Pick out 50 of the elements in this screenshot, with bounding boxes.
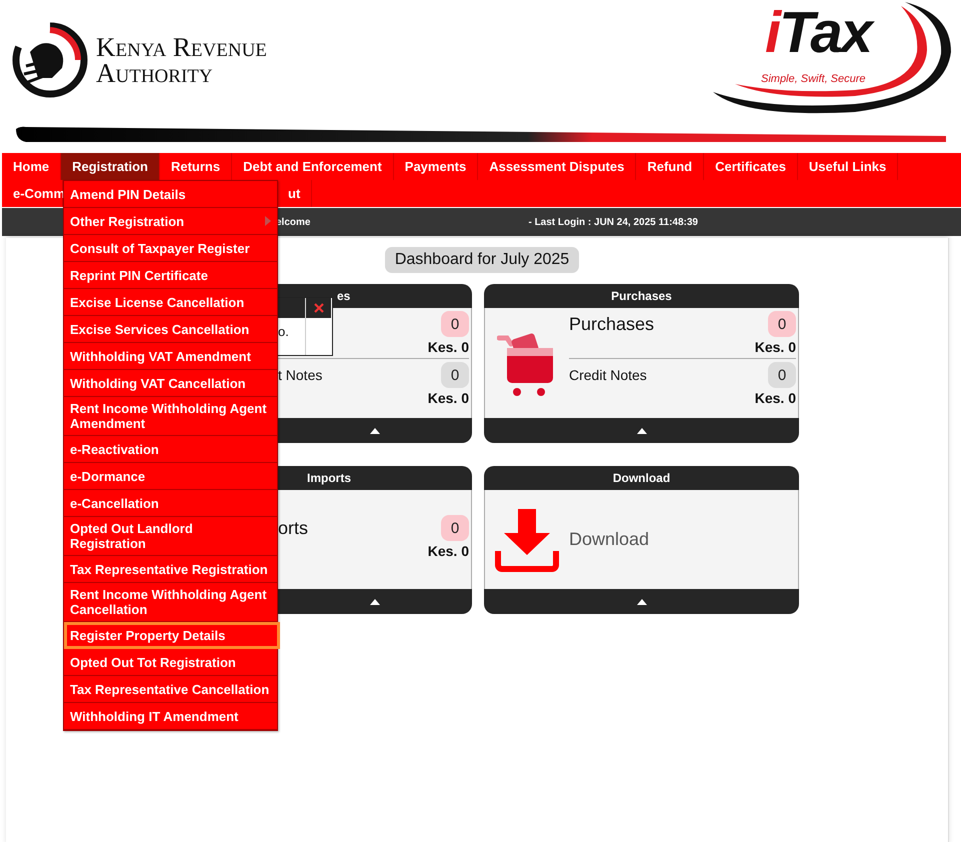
dropdown-menu-item[interactable]: e-Reactivation (64, 436, 277, 463)
count-badge: 0 (768, 362, 796, 388)
dropdown-menu-item[interactable]: Rent Income Withholding Agent Cancellation (64, 583, 277, 622)
collapse-arrow-icon[interactable] (636, 428, 646, 434)
dropdown-menu-item[interactable]: Tax Representative Cancellation (64, 676, 277, 703)
amount-text: Kes. 0 (428, 543, 469, 559)
row-label: orts (278, 518, 308, 538)
amount-text: Kes. 0 (428, 390, 469, 406)
dashboard-title: Dashboard for July 2025 (384, 247, 580, 273)
dropdown-menu-item[interactable]: e-Cancellation (64, 490, 277, 517)
nav-menu-item[interactable]: Registration (61, 153, 160, 180)
amount-text: Kes. 0 (428, 339, 469, 355)
dropdown-menu-item[interactable]: Other Registration (64, 208, 277, 235)
close-button[interactable] (305, 298, 331, 318)
download-link[interactable]: Download (569, 529, 650, 550)
count-badge: 0 (768, 311, 796, 337)
dropdown-menu-item[interactable]: Register Property Details (64, 622, 280, 649)
amount-text: Kes. 0 (754, 339, 796, 355)
dropdown-menu-item[interactable]: Opted Out Tot Registration (64, 649, 277, 676)
row-label: t Notes (278, 367, 322, 383)
dropdown-menu-item[interactable]: e-Dormance (64, 463, 277, 490)
row-label: Credit Notes (569, 367, 647, 383)
collapse-arrow-icon[interactable] (370, 598, 380, 604)
count-badge: 0 (441, 362, 469, 388)
tagline: Simple, Swift, Secure (761, 73, 866, 85)
dropdown-menu-item[interactable]: Tax Representative Registration (64, 556, 277, 583)
dropdown-menu-item[interactable]: Reprint PIN Certificate (64, 262, 277, 289)
dropdown-menu-item[interactable]: Opted Out Landlord Registration (64, 517, 277, 556)
dropdown-menu-item[interactable]: Withholding VAT Amendment (64, 343, 277, 370)
dropdown-menu-item[interactable]: Excise License Cancellation (64, 289, 277, 316)
row-label: Purchases (569, 314, 654, 334)
card-title: Download (484, 466, 799, 490)
amount-text: Kes. 0 (754, 390, 796, 406)
dropdown-menu-item[interactable]: Excise Services Cancellation (64, 316, 277, 343)
dropdown-menu-item[interactable]: Consult of Taxpayer Register (64, 235, 277, 262)
close-icon (314, 303, 324, 313)
popup-text: o. (278, 323, 290, 341)
dropdown-menu-item[interactable]: Rent Income Withholding Agent Amendment (64, 397, 277, 436)
count-badge: 0 (441, 515, 469, 541)
dropdown-menu-item[interactable]: Witholding VAT Cancellation (64, 370, 277, 397)
download-icon (494, 506, 560, 572)
dropdown-menu-item[interactable]: Amend PIN Details (64, 181, 277, 208)
last-login-text: - Last Login : JUN 24, 2025 11:48:39 (528, 216, 698, 228)
collapse-arrow-icon[interactable] (370, 428, 380, 434)
collapse-arrow-icon[interactable] (636, 598, 646, 604)
card-title: Imports (277, 466, 472, 490)
dropdown-menu-item[interactable]: Withholding IT Amendment (64, 703, 277, 730)
count-badge: 0 (441, 311, 469, 337)
card-title: Purchases (484, 284, 799, 308)
organization-name: Kenya Revenue Authority (96, 34, 268, 86)
